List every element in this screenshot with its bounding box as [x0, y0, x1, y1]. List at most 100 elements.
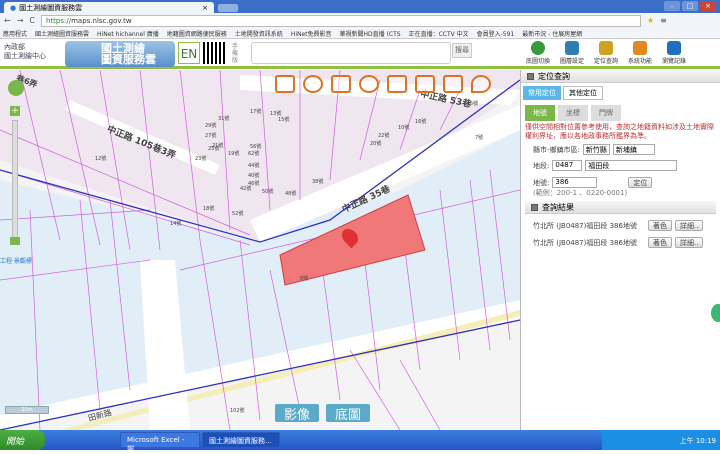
results-header: 查詢結果: [525, 201, 716, 214]
lot-label: 6號: [300, 276, 309, 282]
lot-label: 52號: [232, 211, 244, 217]
county-select[interactable]: 新竹縣: [582, 144, 610, 155]
history-icon: [667, 41, 681, 55]
bookmark[interactable]: 正在直播：CCTV 中文: [409, 29, 469, 38]
section-name-select[interactable]: 福田段: [585, 160, 678, 171]
history-button[interactable]: 瀏覽記錄: [658, 41, 690, 65]
place-label: 工程·景觀標: [0, 258, 32, 265]
lot-label: 10號: [398, 125, 410, 131]
color-button[interactable]: 著色: [648, 237, 672, 248]
lot-label: 5號: [470, 101, 479, 107]
new-tab-button[interactable]: [218, 4, 238, 12]
search-input[interactable]: [251, 42, 451, 64]
side-handle[interactable]: [711, 304, 720, 322]
color-button[interactable]: 著色: [648, 220, 672, 231]
menu-icon[interactable]: ≡: [660, 16, 667, 25]
tab-other-locate[interactable]: 其他定位: [563, 86, 603, 100]
town-select[interactable]: 新埔鎮: [612, 144, 655, 155]
tab-coordinates[interactable]: 坐標: [558, 105, 588, 121]
brand-logo[interactable]: 國土測繪 圖資服務雲: [65, 41, 175, 67]
start-button[interactable]: 開始: [0, 430, 45, 450]
taskbar-item-browser[interactable]: 國土測繪圖資服務...: [202, 432, 280, 448]
lot-label: 15號: [278, 117, 290, 123]
basemap-layer-button[interactable]: 底圖: [326, 404, 370, 423]
bookmark[interactable]: 華視新聞HD直播 (CTS: [340, 29, 401, 38]
locate-button[interactable]: 定位: [628, 177, 653, 188]
lot-number-input[interactable]: 386: [552, 177, 598, 188]
bookmark[interactable]: 應用程式: [3, 29, 27, 38]
result-row: 竹北所 (JB0487)福田段 386地號 著色 詳細..: [533, 237, 720, 248]
measure-circle-icon[interactable]: [359, 75, 379, 93]
zoom-in-button[interactable]: +: [10, 106, 20, 116]
bookmark[interactable]: 最新市況 - 住展房屋網: [522, 29, 582, 38]
tab-lot-number[interactable]: 地號: [525, 105, 555, 121]
lot-label: 56號: [250, 144, 262, 150]
map-canvas[interactable]: 中正路 53巷 中正路 105巷3弄 中正路 35巷 田新路 巷6弄 21號 19…: [0, 70, 520, 430]
detail-button[interactable]: 詳細..: [675, 237, 704, 248]
bookmark[interactable]: HiNet免費影音: [291, 29, 332, 38]
annotation-icon[interactable]: [415, 75, 435, 93]
reload-icon[interactable]: C: [29, 16, 35, 25]
bookmark[interactable]: 國土測繪圖資服務雲: [35, 29, 89, 38]
taskbar-item-excel[interactable]: Microsoft Excel - 謝...: [120, 432, 200, 453]
bookmark[interactable]: HiNet hichannel 廣播: [97, 29, 159, 38]
full-extent-icon[interactable]: [275, 75, 295, 93]
layers-icon: [565, 41, 579, 55]
mobile-version-link[interactable]: 手機版: [232, 43, 240, 64]
lot-label: 7號: [475, 135, 484, 141]
lot-label: 22號: [378, 133, 390, 139]
english-button[interactable]: EN: [178, 42, 200, 64]
star-icon[interactable]: ★: [647, 16, 654, 25]
browser-tab[interactable]: ● 國土測繪圖資服務雲 ×: [4, 2, 214, 13]
bookmark[interactable]: 地籍圖資網路便民服務: [167, 29, 227, 38]
lot-label: 29號: [205, 123, 217, 129]
lot-label: 12號: [95, 156, 107, 162]
scale-bar: 20m: [5, 406, 49, 414]
lot-label: 50號: [262, 189, 274, 195]
cadastral-map: [0, 70, 520, 430]
pan-hand-icon[interactable]: [331, 75, 351, 93]
zoom-out-button[interactable]: [10, 237, 20, 245]
zoom-search-icon[interactable]: [303, 75, 323, 93]
bookmark[interactable]: 會員登入-591: [477, 29, 515, 38]
basemap-switch-button[interactable]: 底圖切換: [522, 41, 554, 65]
notice-text: 僅供空間相對位置參考使用，查詢之地籍資料如涉及土地實際權利界址，應以各地政事務所…: [525, 123, 714, 140]
zoom-slider[interactable]: [12, 120, 18, 240]
tab-address[interactable]: 門牌: [591, 105, 621, 121]
pan-control[interactable]: [8, 80, 24, 96]
image-layer-button[interactable]: 影像: [275, 404, 319, 423]
locate-query-button[interactable]: 定位查詢: [590, 41, 622, 65]
section-code-input[interactable]: 0487: [552, 160, 583, 171]
minimize-button[interactable]: –: [664, 1, 680, 11]
collapse-icon[interactable]: [531, 203, 538, 211]
lot-label: 18號: [203, 206, 215, 212]
system-functions-button[interactable]: 系統功能: [624, 41, 656, 65]
forward-icon[interactable]: →: [17, 16, 24, 25]
eraser-icon[interactable]: [443, 75, 463, 93]
maximize-button[interactable]: □: [682, 1, 698, 11]
lot-label: 48號: [285, 191, 297, 197]
toolbox-icon: [633, 41, 647, 55]
measure-area-icon[interactable]: [387, 75, 407, 93]
lot-label: 25號: [208, 146, 220, 152]
globe-icon: [531, 41, 545, 55]
url-input[interactable]: https://maps.nlsc.gov.tw: [41, 14, 641, 27]
system-tray: 上午 10:19: [602, 430, 720, 450]
lot-label: 62號: [248, 151, 260, 157]
search-button[interactable]: 搜尋: [452, 43, 472, 58]
back-icon[interactable]: ←: [4, 16, 11, 25]
org-logo[interactable]: 內政部 國土測繪中心: [4, 43, 46, 61]
layer-settings-button[interactable]: 圖層設定: [556, 41, 588, 65]
qr-code-icon[interactable]: [203, 42, 225, 64]
tab-common-locate[interactable]: 常用定位: [523, 86, 561, 100]
collapse-icon[interactable]: [527, 72, 534, 80]
close-window-button[interactable]: ×: [700, 1, 716, 11]
lot-label: 44號: [248, 163, 260, 169]
lot-label: 17號: [250, 109, 262, 115]
browser-tab-bar: ● 國土測繪圖資服務雲 × – □ ×: [0, 0, 720, 13]
detail-button[interactable]: 詳細..: [675, 220, 704, 231]
close-tab-icon[interactable]: ×: [202, 4, 208, 12]
lot-label: 27號: [205, 133, 217, 139]
bookmark[interactable]: 土地開發資訊系統: [235, 29, 283, 38]
pin-clear-icon[interactable]: [471, 75, 491, 93]
